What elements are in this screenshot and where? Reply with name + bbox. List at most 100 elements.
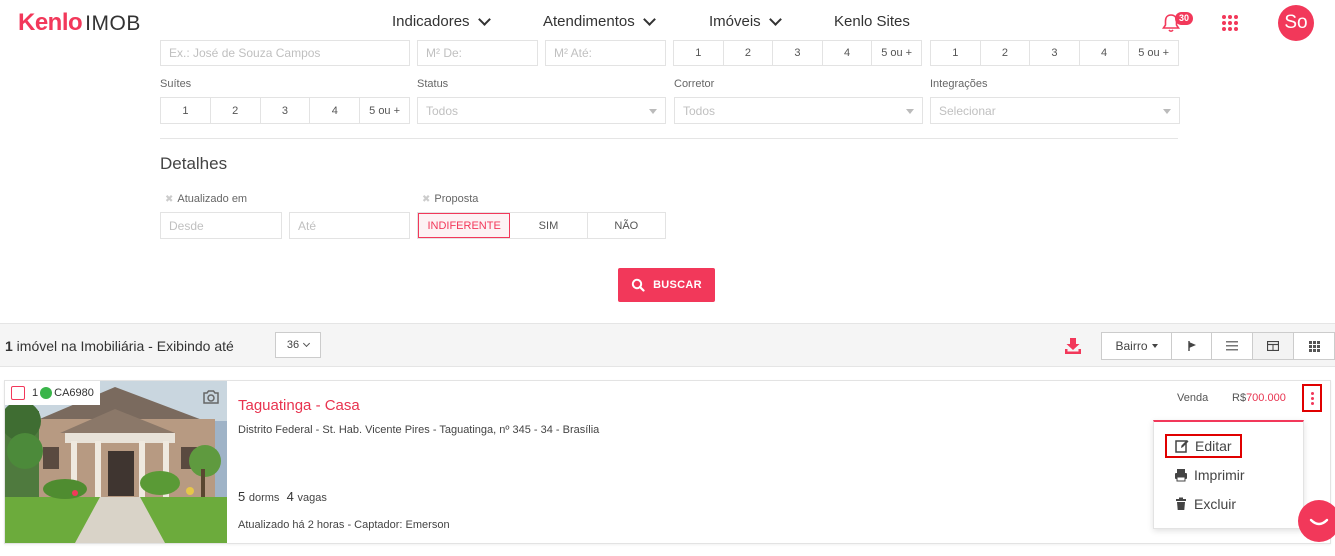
updated-from-input[interactable]: Desde: [160, 212, 282, 239]
price-currency: R$: [1232, 392, 1247, 404]
results-count: 1: [5, 338, 13, 354]
menu-print-label: Imprimir: [1194, 467, 1245, 483]
camera-icon[interactable]: [202, 389, 220, 405]
map-view-button[interactable]: [1172, 333, 1212, 359]
dorms-option[interactable]: 1: [674, 41, 724, 65]
menu-delete[interactable]: Excluir: [1174, 496, 1236, 512]
sort-dropdown[interactable]: Bairro: [1102, 333, 1172, 359]
download-icon[interactable]: [1063, 336, 1083, 356]
house-photo: [5, 381, 227, 543]
dorms-count: 5: [238, 489, 246, 504]
chevron-down-icon: [642, 12, 656, 26]
chevron-down-icon: [477, 12, 491, 26]
suites-option[interactable]: 1: [161, 98, 211, 123]
property-specs: 5 dorms 4 vagas: [238, 489, 327, 504]
vagas-option[interactable]: 1: [931, 41, 981, 65]
grid-view-button[interactable]: [1294, 333, 1334, 359]
proposta-label-wrap: ✖ Proposta: [422, 193, 478, 205]
property-price: R$700.000: [1232, 392, 1286, 404]
status-select[interactable]: Todos: [417, 97, 666, 124]
per-page-value: 36: [286, 339, 300, 351]
clear-x-icon[interactable]: ✖: [165, 194, 173, 205]
vagas-option[interactable]: 4: [1080, 41, 1130, 65]
suites-option[interactable]: 3: [261, 98, 311, 123]
list-view-button[interactable]: [1212, 333, 1253, 359]
per-page-select[interactable]: 36: [275, 332, 321, 358]
atualizado-label: Atualizado em: [177, 193, 248, 205]
caret-down-icon: [906, 109, 914, 114]
area-to-input[interactable]: M² Até:: [545, 40, 666, 66]
dorms-option[interactable]: 2: [724, 41, 774, 65]
proposta-sim[interactable]: SIM: [510, 213, 588, 238]
dorms-option[interactable]: 5 ou +: [872, 41, 921, 65]
vagas-option[interactable]: 3: [1030, 41, 1080, 65]
menu-edit[interactable]: Editar: [1165, 434, 1242, 458]
nav-atendimentos[interactable]: Atendimentos: [543, 12, 656, 30]
corretor-label: Corretor: [674, 78, 715, 90]
flag-icon: [1187, 341, 1196, 351]
user-avatar[interactable]: So: [1278, 5, 1314, 41]
search-icon: [631, 278, 645, 292]
area-from-input[interactable]: M² De:: [417, 40, 538, 66]
updated-to-input[interactable]: Até: [289, 212, 410, 239]
menu-delete-label: Excluir: [1194, 496, 1237, 512]
nav-kenlo-sites[interactable]: Kenlo Sites: [834, 13, 910, 30]
table-icon: [1267, 341, 1279, 351]
proposta-nao[interactable]: NÃO: [588, 213, 665, 238]
dorms-option[interactable]: 4: [823, 41, 873, 65]
property-photo[interactable]: 1 CA6980: [5, 381, 227, 543]
suites-option[interactable]: 4: [310, 98, 361, 123]
select-checkbox[interactable]: [11, 386, 25, 400]
name-search-input[interactable]: Ex.: José de Souza Campos: [160, 40, 410, 66]
dorms-option[interactable]: 3: [773, 41, 823, 65]
clear-x-icon[interactable]: ✖: [422, 194, 430, 205]
more-options-icon[interactable]: [1302, 384, 1322, 412]
notification-badge: 30: [1175, 12, 1194, 25]
nav-label: Imóveis: [709, 13, 761, 30]
card-view-button[interactable]: [1253, 333, 1294, 359]
kenlo-logo[interactable]: Kenlo IMOB: [18, 9, 141, 37]
status-dot: [40, 387, 53, 399]
vagas-unit: vagas: [297, 492, 327, 504]
logo-product: IMOB: [85, 12, 141, 35]
detalhes-heading: Detalhes: [160, 154, 228, 173]
vagas-option[interactable]: 5 ou +: [1129, 41, 1178, 65]
property-code: CA6980: [54, 387, 94, 399]
search-button[interactable]: BUSCAR: [618, 268, 715, 302]
grid-icon: [1308, 340, 1320, 352]
status-label: Status: [417, 78, 449, 90]
section-divider: [160, 138, 1178, 139]
nav-imoveis[interactable]: Imóveis: [709, 12, 782, 30]
sort-label: Bairro: [1115, 339, 1148, 353]
property-card[interactable]: 1 CA6980 Taguatinga - Casa Distrito Fede…: [4, 380, 1331, 544]
dorms-unit: dorms: [248, 492, 280, 504]
nav-label: Kenlo Sites: [834, 13, 910, 30]
property-title[interactable]: Taguatinga - Casa: [238, 397, 360, 414]
proposta-label: Proposta: [434, 193, 479, 205]
print-icon: [1175, 469, 1187, 482]
integracoes-label: Integrações: [930, 78, 988, 90]
suites-segmented: 1 2 3 4 5 ou +: [160, 97, 410, 124]
suites-option[interactable]: 2: [211, 98, 261, 123]
results-summary: 1 imóvel na Imobiliária - Exibindo até: [5, 338, 234, 354]
vagas-count: 4: [286, 489, 294, 504]
menu-print[interactable]: Imprimir: [1174, 467, 1245, 483]
proposta-indiferente[interactable]: INDIFERENTE: [418, 213, 511, 238]
proposta-segmented: INDIFERENTE SIM NÃO: [417, 212, 666, 239]
corretor-select[interactable]: Todos: [674, 97, 923, 124]
chat-button[interactable]: [1298, 500, 1335, 542]
integracoes-value: Selecionar: [939, 103, 996, 118]
property-actions-menu: Editar Imprimir Excluir: [1153, 420, 1304, 529]
deal-type: Venda: [1177, 392, 1209, 404]
dorms-segmented: 1 2 3 4 5 ou +: [673, 40, 922, 66]
vagas-segmented: 1 2 3 4 5 ou +: [930, 40, 1179, 66]
chat-smile-icon: [1309, 518, 1329, 526]
integracoes-select[interactable]: Selecionar: [930, 97, 1180, 124]
nav-indicadores[interactable]: Indicadores: [392, 12, 491, 30]
edit-icon: [1175, 440, 1189, 453]
nav-label: Atendimentos: [543, 13, 635, 30]
suites-option[interactable]: 5 ou +: [360, 98, 409, 123]
apps-grid-icon[interactable]: [1222, 15, 1238, 31]
vagas-option[interactable]: 2: [981, 41, 1031, 65]
caret-down-icon: [1151, 344, 1158, 348]
